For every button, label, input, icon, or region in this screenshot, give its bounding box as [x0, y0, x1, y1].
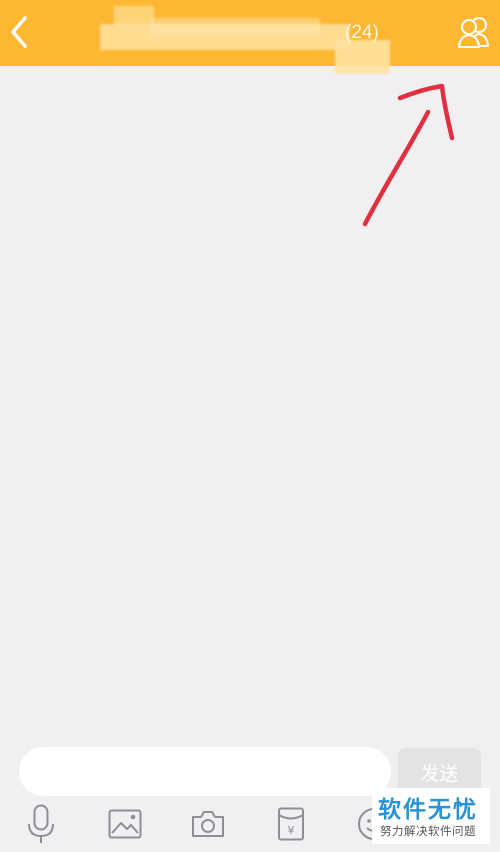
annotation-arrow — [362, 83, 455, 227]
group-members-icon — [458, 17, 489, 48]
group-members-button[interactable] — [454, 12, 494, 52]
red-packet-icon: ¥ — [278, 807, 304, 841]
image-button[interactable] — [105, 804, 145, 844]
watermark-subtitle: 努力解决软件问题 — [380, 824, 476, 838]
microphone-icon — [28, 804, 54, 843]
watermark-title: 软件无忧 — [378, 797, 478, 823]
chat-header: (24) — [0, 0, 500, 74]
blurred-title-fragment — [100, 24, 350, 50]
red-packet-button[interactable]: ¥ — [271, 804, 311, 844]
blurred-title-fragment — [114, 6, 154, 26]
chat-title: (24) — [90, 6, 410, 74]
member-count: (24) — [345, 22, 379, 43]
message-input[interactable] — [19, 747, 391, 796]
image-icon — [108, 809, 142, 839]
blurred-title-fragment — [335, 40, 390, 74]
camera-button[interactable] — [188, 804, 228, 844]
watermark: 软件无忧 努力解决软件问题 — [372, 788, 490, 844]
chevron-left-icon — [11, 16, 27, 48]
svg-text:¥: ¥ — [288, 824, 295, 837]
voice-button[interactable] — [21, 804, 61, 844]
back-button[interactable] — [4, 10, 34, 54]
camera-icon — [192, 811, 224, 837]
